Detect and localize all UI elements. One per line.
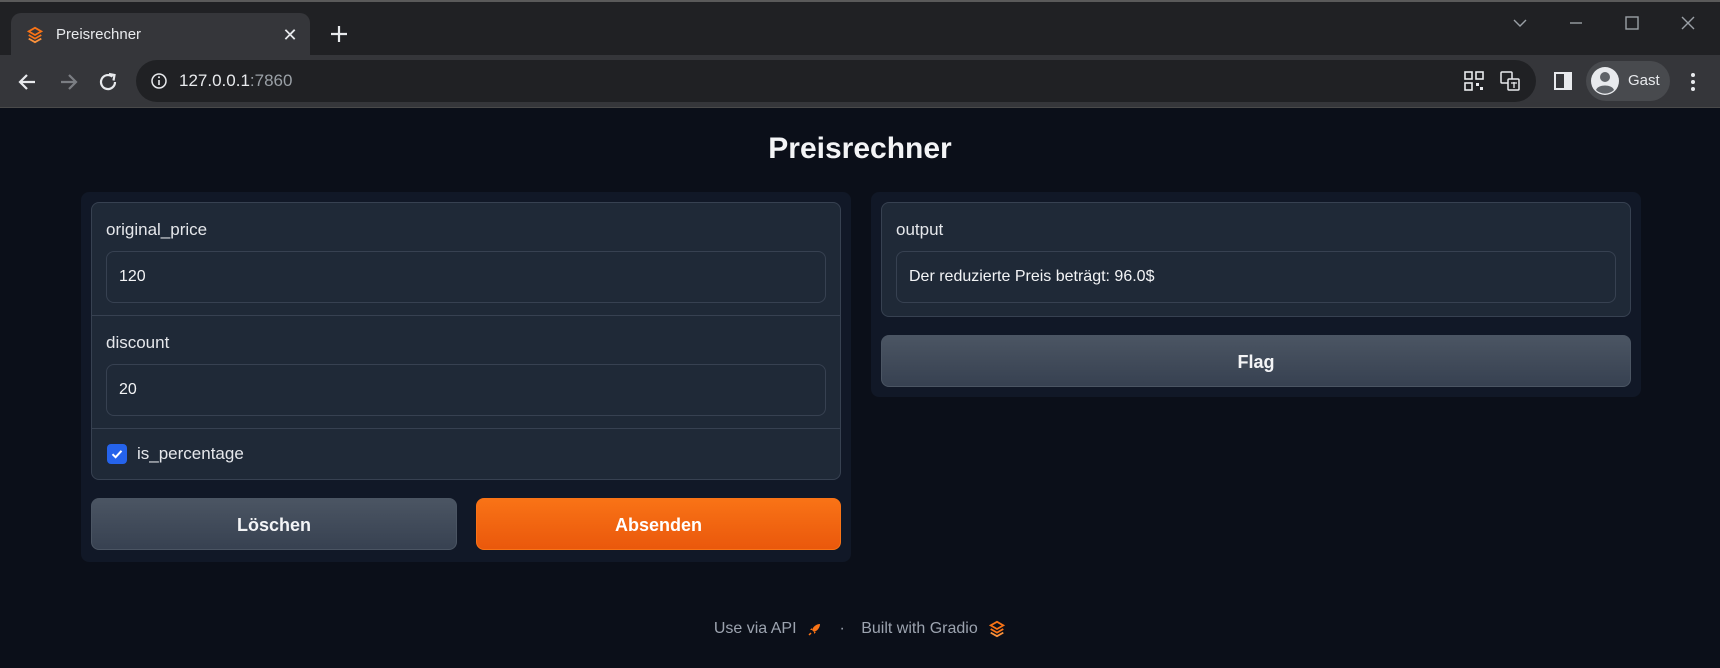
output-field: output Der reduzierte Preis beträgt: 96.… [881, 202, 1631, 317]
is-percentage-label: is_percentage [137, 444, 244, 463]
input-panel: original_price discount is_percentage Lö… [81, 192, 851, 562]
gradio-logo-icon [989, 620, 1006, 638]
close-icon[interactable]: ✕ [280, 25, 300, 45]
gradio-logo-icon [26, 26, 44, 44]
more-vert-icon[interactable] [1683, 69, 1703, 95]
qr-icon[interactable] [1463, 70, 1485, 92]
discount-label: discount [106, 333, 170, 352]
browser-tab-bar: Preisrechner ✕ [0, 0, 1720, 57]
tab-title: Preisrechner [56, 26, 142, 43]
browser-tab[interactable]: Preisrechner ✕ [11, 13, 310, 57]
profile-button[interactable]: Gast [1586, 61, 1670, 101]
is-percentage-checkbox[interactable] [107, 444, 127, 464]
output-label: output [896, 220, 944, 239]
output-panel: output Der reduzierte Preis beträgt: 96.… [871, 192, 1641, 397]
input-form: original_price discount is_percentage [91, 202, 841, 480]
profile-name: Gast [1628, 72, 1660, 89]
url-host: 127.0.0.1 [179, 71, 250, 90]
back-icon[interactable] [15, 69, 41, 95]
window-close-icon[interactable] [1668, 12, 1708, 34]
built-with-gradio-link[interactable]: Built with Gradio [861, 620, 1006, 638]
original-price-field: original_price [92, 203, 840, 315]
footer-separator: · [839, 620, 845, 638]
output-textbox[interactable]: Der reduzierte Preis beträgt: 96.0$ [896, 251, 1616, 303]
chevron-down-icon[interactable] [1500, 12, 1540, 34]
url-port: :7860 [249, 71, 293, 90]
is-percentage-field: is_percentage [92, 428, 840, 479]
use-via-api-link[interactable]: Use via API [714, 620, 823, 638]
minimize-icon[interactable] [1556, 12, 1596, 34]
original-price-label: original_price [106, 220, 208, 239]
forward-icon[interactable] [55, 69, 81, 95]
built-with-gradio-label: Built with Gradio [861, 620, 978, 637]
maximize-icon[interactable] [1612, 12, 1652, 34]
footer: Use via API · Built with Gradio [0, 620, 1720, 638]
avatar-icon [1591, 67, 1619, 95]
rocket-icon [808, 624, 820, 636]
browser-toolbar: 127.0.0.1:7860 Gast [0, 55, 1720, 108]
submit-button[interactable]: Absenden [476, 498, 841, 550]
page-title: Preisrechner [768, 132, 952, 165]
flag-button[interactable]: Flag [881, 335, 1631, 387]
reload-icon[interactable] [95, 69, 121, 95]
use-via-api-label: Use via API [713, 620, 797, 637]
translate-icon[interactable] [1499, 70, 1521, 92]
app-page: Preisrechner original_price discount is_… [0, 108, 1720, 668]
info-icon[interactable] [150, 72, 168, 90]
clear-button[interactable]: Löschen [91, 498, 457, 550]
plus-icon[interactable] [326, 21, 352, 47]
checkmark-icon [111, 450, 123, 459]
discount-input[interactable] [106, 364, 826, 416]
side-panel-icon[interactable] [1552, 70, 1574, 92]
address-bar[interactable]: 127.0.0.1:7860 [136, 60, 1536, 102]
discount-field: discount [92, 315, 840, 428]
url-text: 127.0.0.1:7860 [179, 71, 292, 91]
original-price-input[interactable] [106, 251, 826, 303]
